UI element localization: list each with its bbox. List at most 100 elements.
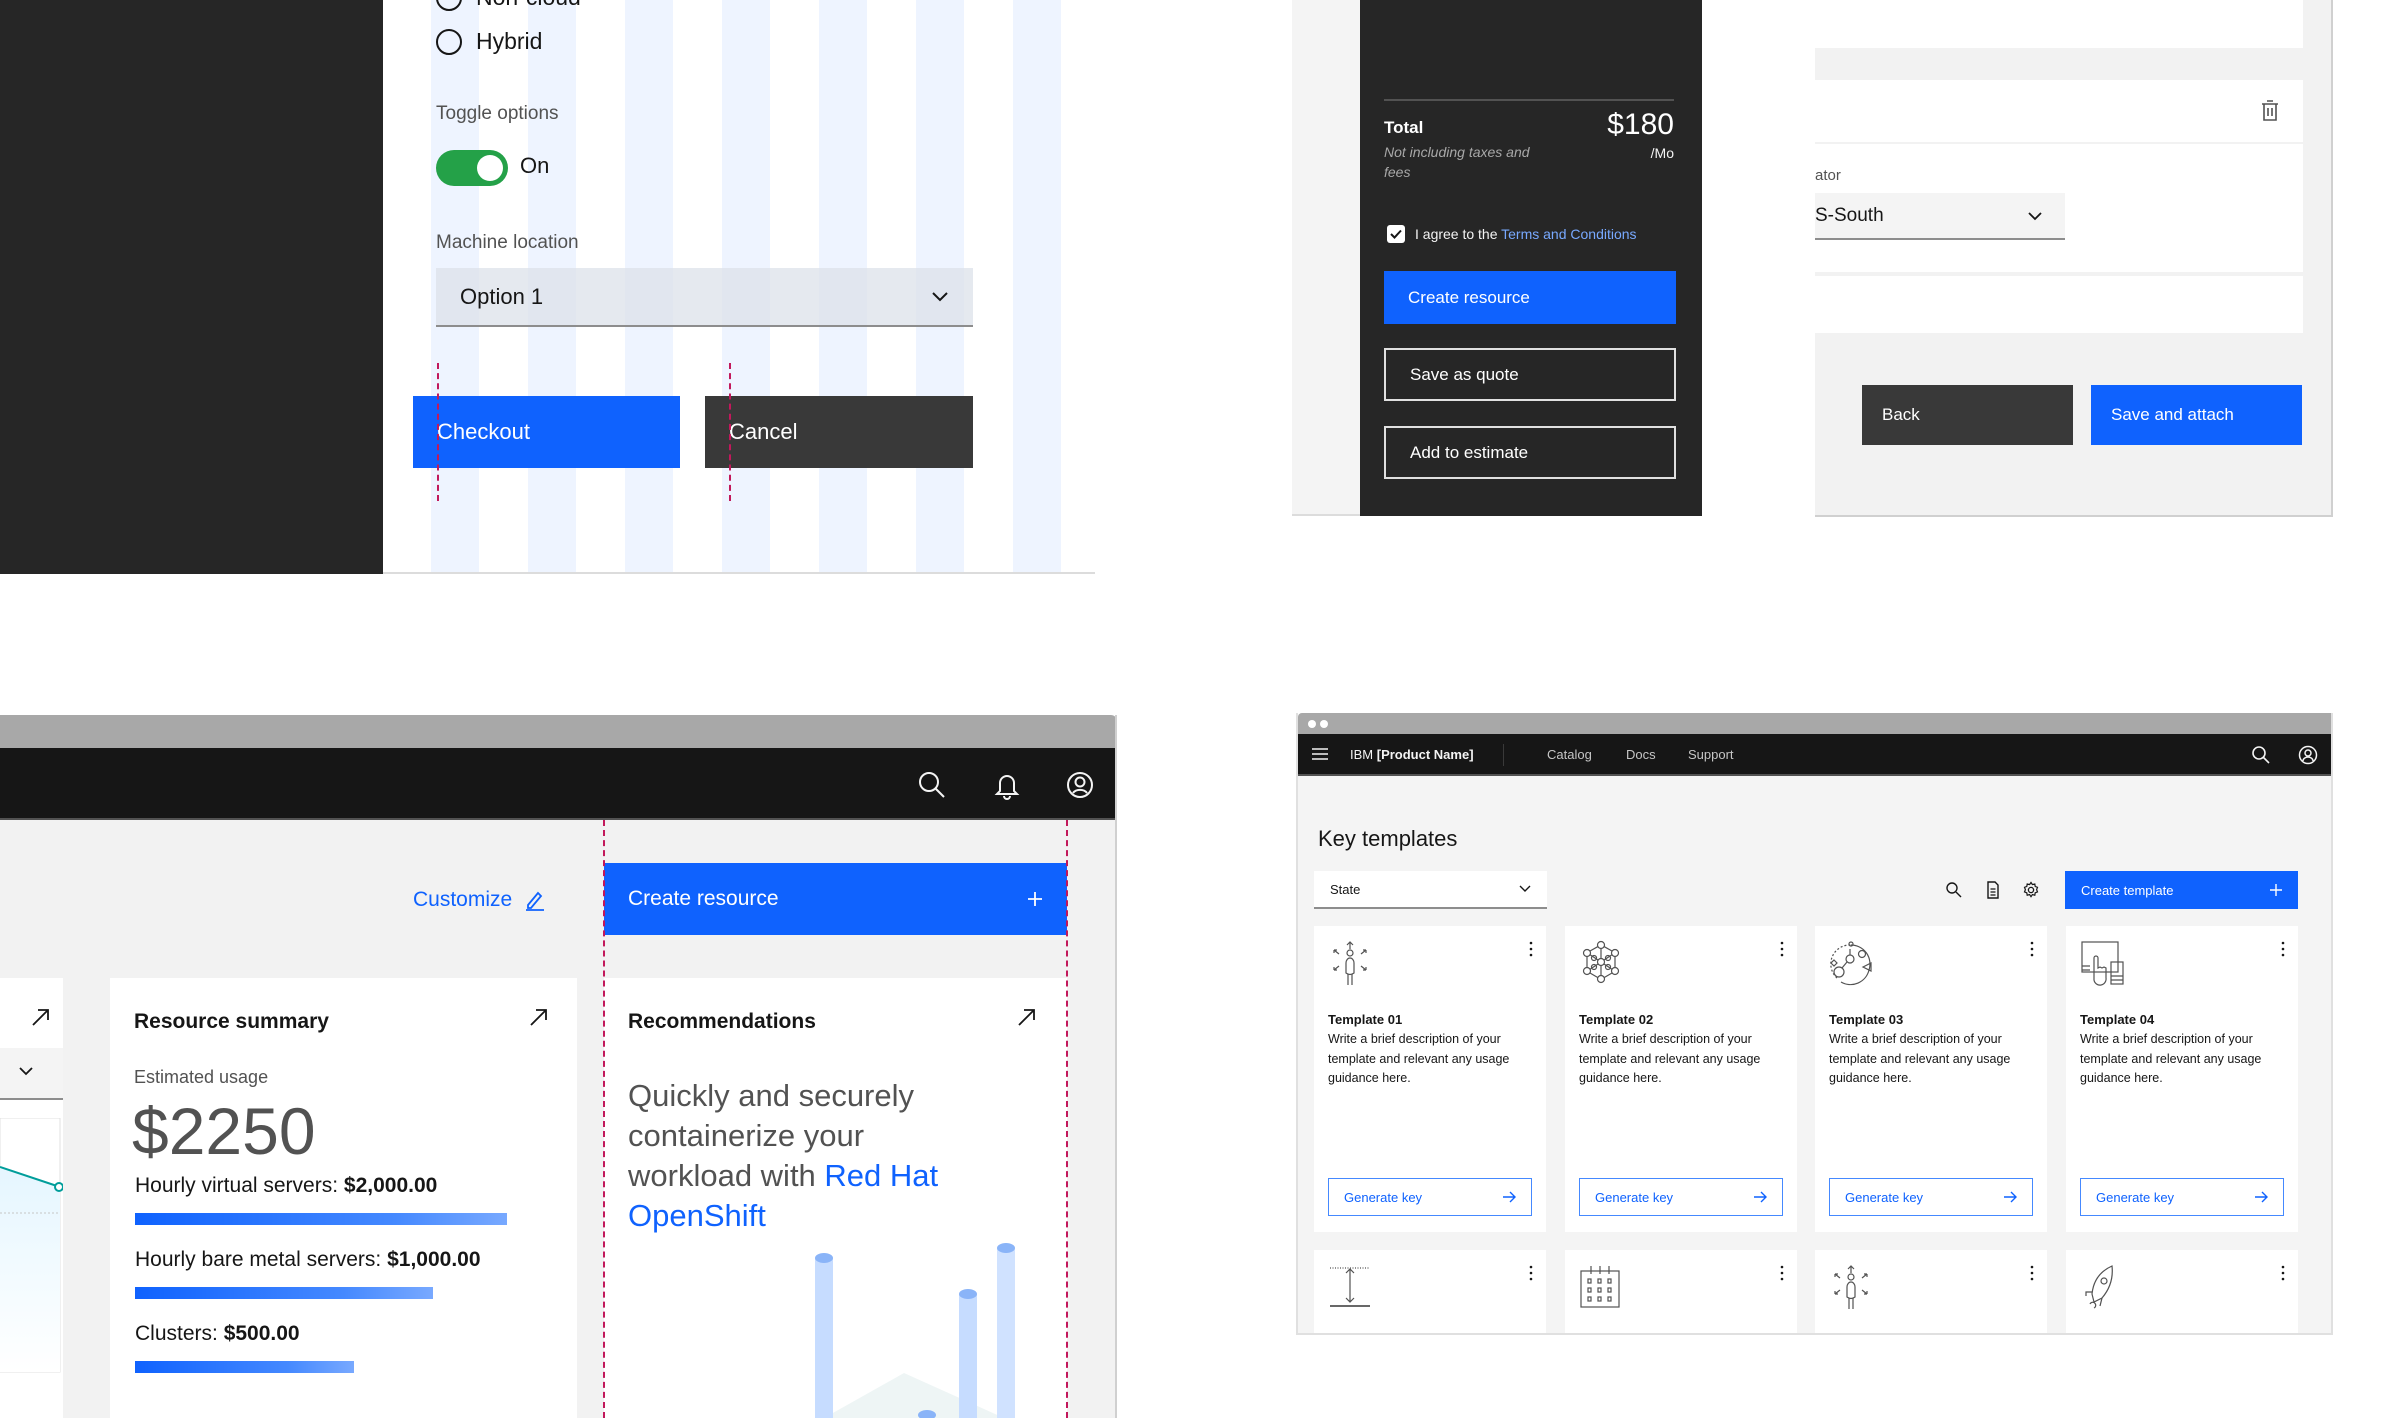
chart-range-dropdown[interactable] xyxy=(0,1048,63,1100)
template-card: Template 01 Write a brief description of… xyxy=(1314,926,1546,1232)
trash-icon[interactable] xyxy=(2261,100,2279,122)
radio-circle[interactable] xyxy=(436,0,462,11)
overflow-menu-icon[interactable] xyxy=(1528,1264,1534,1282)
spacing-guide-line xyxy=(437,363,439,501)
button-label: Create template xyxy=(2081,882,2174,898)
usage-bar xyxy=(135,1287,433,1299)
toggle-state-text: On xyxy=(520,153,550,178)
document-icon[interactable] xyxy=(1984,881,2002,899)
terms-checkbox-row[interactable]: I agree to the Terms and Conditions xyxy=(1387,225,1637,243)
edit-pencil-icon xyxy=(524,889,546,911)
dropdown-value: S-South xyxy=(1815,204,1884,226)
generate-key-button[interactable]: Generate key xyxy=(1829,1178,2033,1216)
hamburger-menu-icon[interactable] xyxy=(1312,747,1328,761)
overflow-menu-icon[interactable] xyxy=(2029,940,2035,958)
save-and-attach-button[interactable]: Save and attach xyxy=(2091,385,2302,445)
add-icon xyxy=(1027,891,1043,907)
illustration-pillar-cap xyxy=(959,1289,977,1299)
overflow-menu-icon[interactable] xyxy=(2280,940,2286,958)
radio-label: Hybrid xyxy=(476,28,543,54)
terms-text: I agree to the xyxy=(1415,226,1502,242)
search-icon[interactable] xyxy=(2251,745,2271,765)
rocket-icon xyxy=(2085,1265,2113,1309)
state-filter-dropdown[interactable]: State xyxy=(1314,871,1547,909)
spacing-guide-line xyxy=(603,820,605,1418)
search-icon[interactable] xyxy=(1945,881,1963,899)
notification-icon[interactable] xyxy=(992,770,1022,800)
cycle-process-icon xyxy=(1830,941,1872,986)
create-resource-button[interactable]: Create resource xyxy=(1384,271,1676,324)
price-period: /Mo xyxy=(1650,145,1674,161)
template-card: Template 03 Write a brief description of… xyxy=(1815,926,2047,1232)
machine-location-dropdown[interactable]: Option 1 xyxy=(436,268,973,327)
arrow-right-icon xyxy=(1503,1191,1517,1203)
usage-item: Clusters: $500.00 xyxy=(135,1322,300,1345)
chevron-down-icon xyxy=(2027,211,2043,221)
location-dropdown[interactable]: S-South xyxy=(1815,193,2065,240)
customize-link[interactable]: Customize xyxy=(413,888,546,912)
arrow-up-right-icon[interactable] xyxy=(528,1006,550,1028)
radio-non-cloud[interactable]: Non-cloud xyxy=(436,0,581,11)
overflow-menu-icon[interactable] xyxy=(1779,1264,1785,1282)
button-label: Back xyxy=(1882,405,1920,424)
card-title: Template 02 xyxy=(1579,1012,1654,1027)
template-card xyxy=(1815,1250,2047,1333)
user-avatar-icon[interactable] xyxy=(1065,770,1095,800)
nav-support[interactable]: Support xyxy=(1688,747,1734,762)
generate-key-button[interactable]: Generate key xyxy=(2080,1178,2284,1216)
nav-catalog[interactable]: Catalog xyxy=(1547,747,1592,762)
overflow-menu-icon[interactable] xyxy=(1779,940,1785,958)
nav-docs[interactable]: Docs xyxy=(1626,747,1656,762)
generate-key-button[interactable]: Generate key xyxy=(1328,1178,1532,1216)
toggle-options-label: Toggle options xyxy=(436,103,559,124)
form-row xyxy=(1815,80,2303,142)
overflow-menu-icon[interactable] xyxy=(1528,940,1534,958)
customize-label: Customize xyxy=(413,888,513,911)
arrow-right-icon xyxy=(1754,1191,1768,1203)
add-to-estimate-button[interactable]: Add to estimate xyxy=(1384,426,1676,479)
template-card xyxy=(1314,1250,1546,1333)
save-as-quote-button[interactable]: Save as quote xyxy=(1384,348,1676,401)
dashboard-panel: Customize Create resource Resource summa… xyxy=(0,715,1117,1418)
estimated-usage-label: Estimated usage xyxy=(134,1067,269,1087)
form-row xyxy=(1815,276,2303,333)
form-panel: Non-cloud Hybrid Toggle options On Machi… xyxy=(383,0,1095,574)
card-description: Write a brief description of your templa… xyxy=(1579,1032,1761,1085)
search-icon[interactable] xyxy=(917,770,947,800)
overflow-menu-icon[interactable] xyxy=(2029,1264,2035,1282)
terms-link[interactable]: Terms and Conditions xyxy=(1501,226,1636,242)
window-dot xyxy=(1308,720,1316,728)
card-title: Template 03 xyxy=(1829,1012,1904,1027)
button-label: Create resource xyxy=(1408,287,1530,307)
illustration-pillar xyxy=(959,1294,977,1418)
toggle-switch[interactable] xyxy=(436,150,508,186)
back-button[interactable]: Back xyxy=(1862,385,2073,445)
usage-line-chart xyxy=(0,1118,63,1373)
chevron-down-icon xyxy=(18,1066,34,1076)
key-templates-window: IBM [Product Name] Catalog Docs Support … xyxy=(1296,713,2333,1335)
touch-devices-icon xyxy=(2081,941,2124,986)
arrow-up-right-icon[interactable] xyxy=(30,1006,52,1028)
person-directions-icon xyxy=(1333,941,1367,985)
checkout-button[interactable]: Checkout xyxy=(413,396,680,468)
window-title-bar xyxy=(1298,713,2331,734)
radio-circle[interactable] xyxy=(436,28,462,55)
window-title-bar xyxy=(0,715,1115,748)
arrow-right-icon xyxy=(2004,1191,2018,1203)
product-name[interactable]: IBM [Product Name] xyxy=(1350,747,1474,762)
overflow-menu-icon[interactable] xyxy=(2280,1264,2286,1282)
terms-checkbox[interactable] xyxy=(1387,225,1405,243)
user-avatar-icon[interactable] xyxy=(2298,745,2318,765)
card-title: Template 01 xyxy=(1328,1012,1403,1027)
create-template-button[interactable]: Create template xyxy=(2065,871,2298,909)
settings-gear-icon[interactable] xyxy=(2022,881,2040,899)
checkmark-icon xyxy=(1390,229,1402,239)
generate-key-button[interactable]: Generate key xyxy=(1579,1178,1783,1216)
cancel-button[interactable]: Cancel xyxy=(705,396,973,468)
card-description: Write a brief description of your templa… xyxy=(2080,1032,2262,1085)
field-label: ator xyxy=(1815,167,1841,184)
radio-hybrid[interactable]: Hybrid xyxy=(436,28,542,55)
container-illustration xyxy=(815,1243,1015,1418)
create-resource-button[interactable]: Create resource xyxy=(604,863,1067,935)
checkout-label: Checkout xyxy=(437,419,530,444)
